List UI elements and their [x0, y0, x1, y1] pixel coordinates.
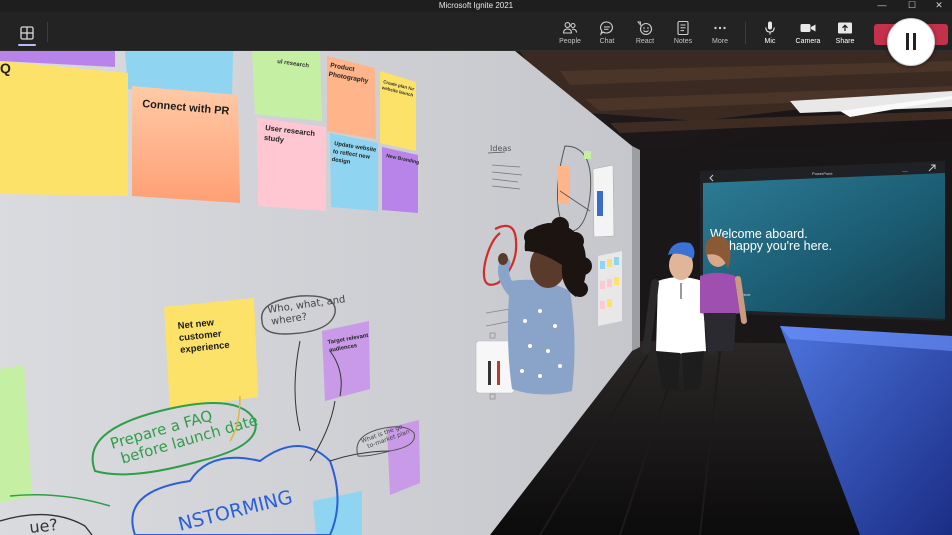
- meeting-toolbar: People Chat React Notes More Mic Camera …: [0, 12, 952, 51]
- ideas-heading: Ideas: [490, 144, 511, 153]
- chat-button[interactable]: Chat: [587, 16, 627, 50]
- react-label: React: [635, 38, 655, 45]
- camera-button[interactable]: Camera: [788, 16, 828, 50]
- window-title: Microsoft Ignite 2021: [438, 1, 514, 10]
- share-label: Share: [835, 38, 855, 45]
- share-icon: [838, 22, 852, 34]
- pause-button[interactable]: [887, 18, 935, 66]
- react-button[interactable]: React: [625, 16, 665, 50]
- title-bar: Microsoft Ignite 2021 — ☐ ✕: [0, 0, 952, 12]
- yellow-note-q[interactable]: [0, 61, 128, 196]
- camera-label: Camera: [795, 38, 821, 45]
- react-icon: [637, 21, 653, 36]
- pen-tray[interactable]: [475, 340, 515, 394]
- mesh-3d-scene: PowerPoint ... Welcome aboard. 're happy…: [0, 51, 952, 535]
- ppt-app-title: PowerPoint: [812, 171, 833, 176]
- maximize-button[interactable]: ☐: [897, 0, 927, 12]
- view-layout-button[interactable]: [14, 20, 40, 46]
- mic-icon: [765, 21, 775, 35]
- ue-fragment-text: ue?: [28, 515, 58, 535]
- minimize-button[interactable]: —: [867, 0, 897, 12]
- share-button[interactable]: Share: [825, 16, 865, 50]
- note-q-text: Q: [0, 60, 11, 76]
- people-label: People: [559, 38, 581, 45]
- notes-button[interactable]: Notes: [663, 16, 703, 50]
- ppt-menu-button[interactable]: ...: [902, 167, 908, 174]
- mic-label: Mic: [764, 38, 776, 45]
- people-icon: [562, 22, 578, 34]
- mic-button[interactable]: Mic: [750, 16, 790, 50]
- net-new-note[interactable]: [164, 298, 258, 409]
- notes-icon: [677, 20, 689, 36]
- close-window-button[interactable]: ✕: [924, 0, 952, 12]
- people-button[interactable]: People: [550, 16, 590, 50]
- more-icon: [714, 26, 726, 30]
- chat-icon: [599, 21, 613, 36]
- more-label: More: [712, 38, 728, 45]
- camera-icon: [800, 24, 816, 32]
- virtual-space-view: PowerPoint ... Welcome aboard. 're happy…: [0, 51, 952, 535]
- notes-label: Notes: [673, 38, 693, 45]
- more-button[interactable]: More: [700, 16, 740, 50]
- chat-label: Chat: [599, 38, 615, 45]
- grid-view-icon: [20, 26, 34, 40]
